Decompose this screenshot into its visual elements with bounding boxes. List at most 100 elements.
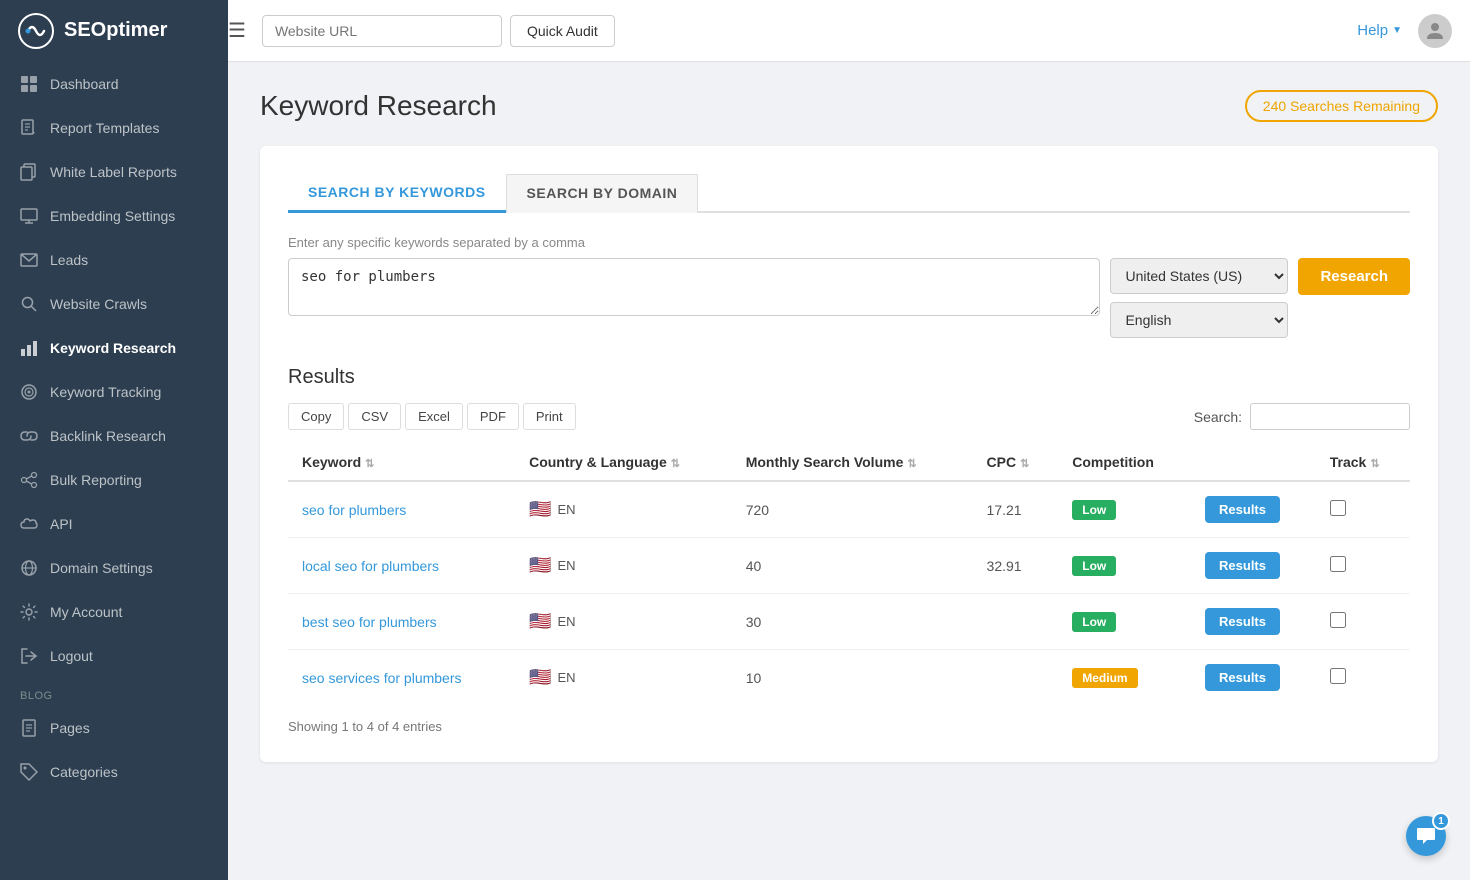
logo-text: SEOptimer [64, 19, 167, 42]
cell-results-btn: Results [1191, 538, 1316, 594]
country-select[interactable]: United States (US) United Kingdom (UK) A… [1110, 258, 1288, 294]
sort-volume-icon[interactable]: ⇅ [907, 458, 916, 470]
menu-toggle-button[interactable]: ☰ [228, 18, 246, 43]
results-table: Keyword⇅ Country & Language⇅ Monthly Sea… [288, 444, 1410, 705]
th-country-lang: Country & Language⇅ [515, 444, 732, 481]
sidebar-item-api[interactable]: API [0, 502, 228, 546]
sidebar-item-white-label[interactable]: White Label Reports [0, 150, 228, 194]
sort-keyword-icon[interactable]: ⇅ [365, 458, 374, 470]
help-chevron-icon: ▼ [1392, 25, 1402, 36]
lang-code: EN [558, 558, 576, 573]
sort-country-icon[interactable]: ⇅ [671, 458, 680, 470]
row-results-button[interactable]: Results [1205, 664, 1280, 691]
cell-cpc: 32.91 [973, 538, 1059, 594]
cell-keyword: local seo for plumbers [288, 538, 515, 594]
file-edit-icon [20, 119, 38, 137]
copy-button[interactable]: Copy [288, 403, 344, 430]
help-button[interactable]: Help ▼ [1357, 22, 1402, 39]
sidebar-item-report-templates[interactable]: Report Templates [0, 106, 228, 150]
track-checkbox[interactable] [1330, 500, 1346, 516]
tag-icon [20, 763, 38, 781]
sidebar-item-bulk-reporting[interactable]: Bulk Reporting [0, 458, 228, 502]
sidebar-item-pages[interactable]: Pages [0, 706, 228, 750]
sidebar-item-embedding[interactable]: Embedding Settings [0, 194, 228, 238]
page-header: Keyword Research 240 Searches Remaining [260, 90, 1438, 122]
sidebar: Dashboard Report Templates White Label R… [0, 62, 228, 880]
lang-code: EN [558, 670, 576, 685]
search-filter: Search: [1194, 403, 1410, 430]
keyword-input[interactable]: seo for plumbers [288, 258, 1100, 316]
sidebar-item-categories[interactable]: Categories [0, 750, 228, 794]
flag-icon: 🇺🇸 [529, 499, 551, 520]
sort-track-icon[interactable]: ⇅ [1370, 458, 1379, 470]
track-checkbox[interactable] [1330, 556, 1346, 572]
cell-country-lang: 🇺🇸 EN [515, 594, 732, 650]
cell-cpc [973, 650, 1059, 706]
cell-country-lang: 🇺🇸 EN [515, 481, 732, 538]
sidebar-item-keyword-tracking[interactable]: Keyword Tracking [0, 370, 228, 414]
sidebar-item-logout[interactable]: Logout [0, 634, 228, 678]
tab-by-keywords[interactable]: SEARCH BY KEYWORDS [288, 174, 506, 213]
competition-badge: Medium [1072, 668, 1137, 688]
results-title: Results [288, 366, 1410, 389]
cell-track [1316, 538, 1410, 594]
print-button[interactable]: Print [523, 403, 576, 430]
cell-volume: 10 [732, 650, 973, 706]
chat-widget[interactable]: 1 [1406, 816, 1446, 856]
sidebar-item-domain-settings[interactable]: Domain Settings [0, 546, 228, 590]
lang-code: EN [558, 502, 576, 517]
track-checkbox[interactable] [1330, 668, 1346, 684]
research-button[interactable]: Research [1298, 258, 1410, 295]
cell-cpc: 17.21 [973, 481, 1059, 538]
row-results-button[interactable]: Results [1205, 496, 1280, 523]
cell-track [1316, 594, 1410, 650]
cell-country-lang: 🇺🇸 EN [515, 538, 732, 594]
file-icon [20, 719, 38, 737]
cell-volume: 30 [732, 594, 973, 650]
main-content: Keyword Research 240 Searches Remaining … [228, 62, 1470, 880]
sidebar-item-leads[interactable]: Leads [0, 238, 228, 282]
sidebar-item-dashboard[interactable]: Dashboard [0, 62, 228, 106]
logo-icon [18, 13, 54, 49]
th-actions [1191, 444, 1316, 481]
table-row: local seo for plumbers 🇺🇸 EN 40 32.91 Lo… [288, 538, 1410, 594]
pdf-button[interactable]: PDF [467, 403, 519, 430]
table-search-input[interactable] [1250, 403, 1410, 430]
cell-track [1316, 481, 1410, 538]
excel-button[interactable]: Excel [405, 403, 463, 430]
cell-keyword: seo for plumbers [288, 481, 515, 538]
avatar[interactable] [1418, 14, 1452, 48]
cell-competition: Medium [1058, 650, 1191, 706]
cell-country-lang: 🇺🇸 EN [515, 650, 732, 706]
sort-cpc-icon[interactable]: ⇅ [1020, 458, 1029, 470]
sidebar-item-website-crawls[interactable]: Website Crawls [0, 282, 228, 326]
competition-badge: Low [1072, 612, 1116, 632]
cell-track [1316, 650, 1410, 706]
search-icon [20, 295, 38, 313]
export-buttons: Copy CSV Excel PDF Print [288, 403, 576, 430]
language-select[interactable]: English Spanish French German [1110, 302, 1288, 338]
target-icon [20, 383, 38, 401]
cell-results-btn: Results [1191, 650, 1316, 706]
quick-audit-button[interactable]: Quick Audit [510, 15, 615, 47]
sidebar-item-backlink-research[interactable]: Backlink Research [0, 414, 228, 458]
globe-icon [20, 559, 38, 577]
cell-cpc [973, 594, 1059, 650]
table-row: seo services for plumbers 🇺🇸 EN 10 Mediu… [288, 650, 1410, 706]
search-form-row: seo for plumbers United States (US) Unit… [288, 258, 1410, 338]
page-title: Keyword Research [260, 90, 497, 122]
blog-section-label: Blog [0, 678, 228, 706]
chat-count: 1 [1432, 812, 1450, 830]
row-results-button[interactable]: Results [1205, 608, 1280, 635]
layout: Dashboard Report Templates White Label R… [0, 62, 1470, 880]
sidebar-item-keyword-research[interactable]: Keyword Research [0, 326, 228, 370]
row-results-button[interactable]: Results [1205, 552, 1280, 579]
url-input[interactable] [262, 15, 502, 47]
track-checkbox[interactable] [1330, 612, 1346, 628]
competition-badge: Low [1072, 500, 1116, 520]
sidebar-item-my-account[interactable]: My Account [0, 590, 228, 634]
logo: SEOptimer [0, 0, 228, 62]
csv-button[interactable]: CSV [348, 403, 401, 430]
tab-by-domain[interactable]: SEARCH BY DOMAIN [506, 174, 699, 213]
results-toolbar: Copy CSV Excel PDF Print Search: [288, 403, 1410, 430]
